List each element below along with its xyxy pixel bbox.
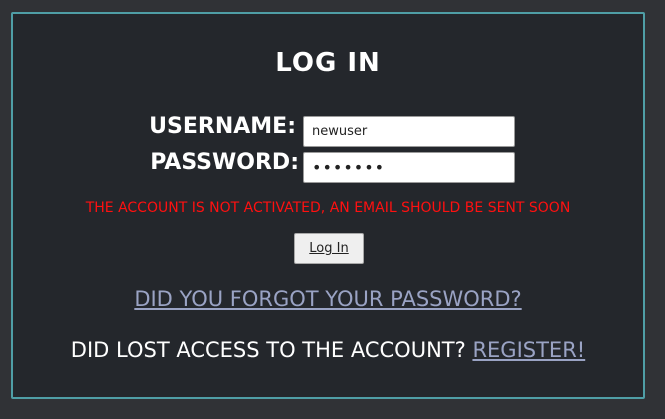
login-panel: LOG IN USERNAME: PASSWORD: THE ACCOUNT I…	[11, 12, 645, 399]
register-link[interactable]: REGISTER!	[472, 338, 585, 362]
lost-access-text: DID LOST ACCESS TO THE ACCOUNT?	[70, 338, 466, 362]
forgot-password-link[interactable]: DID YOU FORGOT YOUR PASSWORD?	[134, 287, 521, 311]
error-message: THE ACCOUNT IS NOT ACTIVATED, AN EMAIL S…	[85, 200, 571, 216]
username-label: USERNAME:	[149, 114, 296, 139]
username-input[interactable]	[303, 116, 515, 147]
page-title: LOG IN	[275, 48, 381, 78]
password-input[interactable]	[303, 152, 515, 183]
password-label: PASSWORD:	[150, 150, 299, 175]
register-line: DID LOST ACCESS TO THE ACCOUNT? REGISTER…	[13, 338, 643, 362]
login-button[interactable]: Log In	[294, 233, 364, 264]
forgot-password-line: DID YOU FORGOT YOUR PASSWORD?	[13, 287, 643, 311]
